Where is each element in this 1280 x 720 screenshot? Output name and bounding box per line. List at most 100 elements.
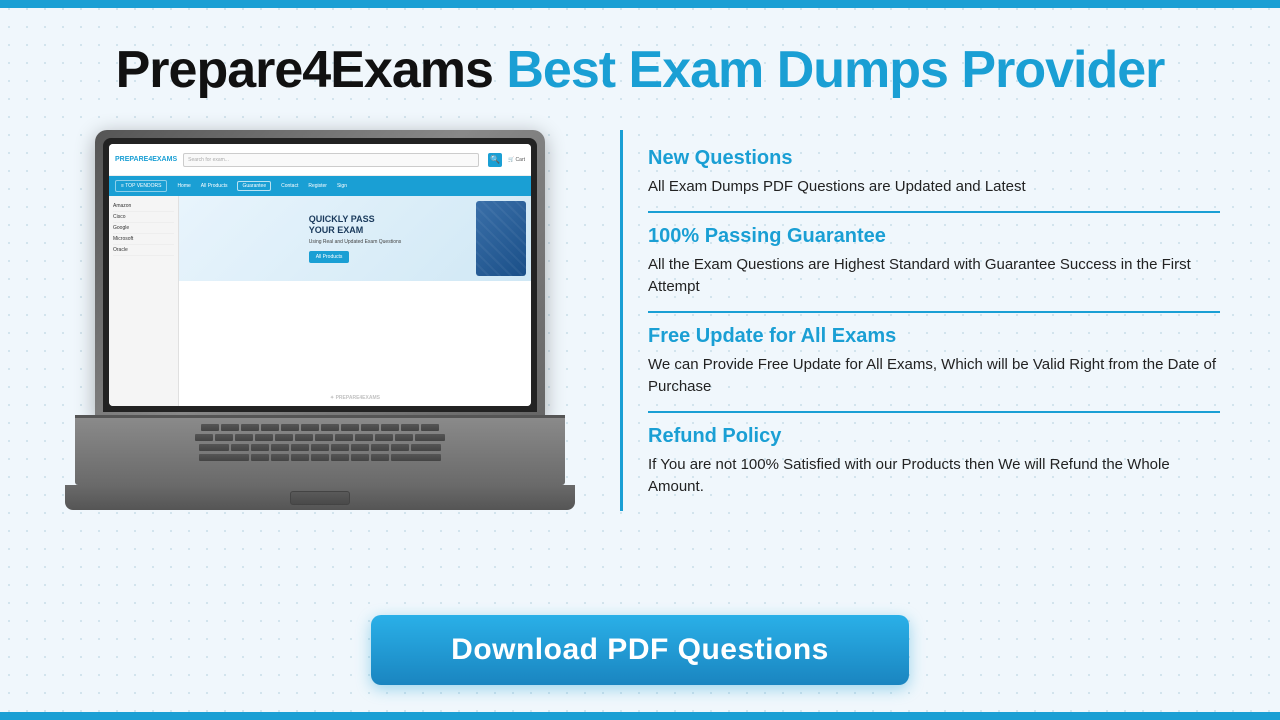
key [341, 424, 359, 431]
key [195, 434, 213, 441]
key [311, 444, 329, 451]
key [335, 434, 353, 441]
key [291, 454, 309, 461]
key [361, 424, 379, 431]
screen-main: QUICKLY PASSYOUR EXAM Using Real and Upd… [179, 196, 531, 406]
key [315, 434, 333, 441]
touchpad [290, 491, 350, 505]
screen-search-bar: Search for exam... [183, 153, 479, 167]
keyboard-row-2 [85, 434, 555, 441]
screen-search-text: Search for exam... [188, 157, 229, 163]
download-section: Download PDF Questions [60, 615, 1220, 685]
screen-hero: QUICKLY PASSYOUR EXAM Using Real and Upd… [179, 196, 531, 281]
key [235, 434, 253, 441]
key [275, 434, 293, 441]
key [351, 454, 369, 461]
screen-nav-contact: Contact [281, 183, 298, 189]
feature-desc-2: All the Exam Questions are Highest Stand… [648, 254, 1220, 299]
sidebar-google: Google [113, 223, 174, 234]
feature-desc-4: If You are not 100% Satisfied with our P… [648, 454, 1220, 499]
screen-hero-title: QUICKLY PASSYOUR EXAM [309, 214, 402, 236]
key [231, 444, 249, 451]
screen-hero-button: All Products [309, 251, 350, 263]
laptop-keyboard [75, 415, 565, 485]
feature-title-3: Free Update for All Exams [648, 325, 1220, 348]
key [421, 424, 439, 431]
screen-hero-sub: Using Real and Updated Exam Questions [309, 239, 402, 245]
key [381, 424, 399, 431]
screen-cart: 🛒 Cart [508, 157, 525, 163]
key [395, 434, 413, 441]
laptop-wrapper: PREPARE4EXAMS Search for exam... 🔍 🛒 Car… [65, 130, 575, 510]
feature-title-2: 100% Passing Guarantee [648, 225, 1220, 248]
screen-nav-guarantee: Guarantee [237, 181, 271, 191]
key [355, 434, 373, 441]
key [291, 444, 309, 451]
keyboard-row-1 [85, 424, 555, 431]
screen-nav-products: All Products [201, 183, 228, 189]
main-container: Prepare4Exams Best Exam Dumps Provider P… [0, 0, 1280, 720]
screen-search-button: 🔍 [488, 153, 502, 167]
key-wide [411, 444, 441, 451]
key [271, 454, 289, 461]
screen-logo: PREPARE4EXAMS [115, 156, 177, 163]
key [281, 424, 299, 431]
sidebar-microsoft: Microsoft [113, 234, 174, 245]
screen-hero-text: QUICKLY PASSYOUR EXAM Using Real and Upd… [309, 214, 402, 263]
feature-desc-1: All Exam Dumps PDF Questions are Updated… [648, 176, 1220, 199]
sidebar-oracle: Oracle [113, 245, 174, 256]
sidebar-amazon: Amazon [113, 201, 174, 212]
sidebar-cisco: Cisco [113, 212, 174, 223]
key [351, 444, 369, 451]
key [371, 444, 389, 451]
key [401, 424, 419, 431]
screen-sidebar: Amazon Cisco Google Microsoft Oracle [109, 196, 179, 406]
feature-desc-3: We can Provide Free Update for All Exams… [648, 354, 1220, 399]
keyboard-row-4 [85, 454, 555, 461]
feature-new-questions: New Questions All Exam Dumps PDF Questio… [648, 135, 1220, 213]
feature-passing-guarantee: 100% Passing Guarantee All the Exam Ques… [648, 213, 1220, 313]
key [251, 444, 269, 451]
key-wide [199, 444, 229, 451]
key-wide [415, 434, 445, 441]
feature-title-1: New Questions [648, 147, 1220, 170]
screen-website-header: PREPARE4EXAMS Search for exam... 🔍 🛒 Car… [109, 144, 531, 176]
screen-body: Amazon Cisco Google Microsoft Oracle [109, 196, 531, 406]
info-section: New Questions All Exam Dumps PDF Questio… [620, 130, 1220, 511]
key [371, 454, 389, 461]
key [295, 434, 313, 441]
key [311, 454, 329, 461]
header: Prepare4Exams Best Exam Dumps Provider [116, 40, 1165, 100]
screen-nav-menu: ≡ TOP VENDORS [115, 180, 167, 192]
key [215, 434, 233, 441]
feature-title-4: Refund Policy [648, 425, 1220, 448]
key [321, 424, 339, 431]
keyboard-rows [75, 418, 565, 465]
key [301, 424, 319, 431]
laptop-bottom [65, 485, 575, 510]
brand-name: Prepare4Exams [116, 41, 493, 99]
content-row: PREPARE4EXAMS Search for exam... 🔍 🛒 Car… [60, 130, 1220, 595]
laptop-screen-outer: PREPARE4EXAMS Search for exam... 🔍 🛒 Car… [95, 130, 545, 420]
key [391, 444, 409, 451]
laptop-base [65, 415, 575, 510]
laptop-screen: PREPARE4EXAMS Search for exam... 🔍 🛒 Car… [109, 144, 531, 406]
screen-nav-register: Register [308, 183, 327, 189]
download-button[interactable]: Download PDF Questions [371, 615, 909, 685]
tagline: Best Exam Dumps Provider [493, 41, 1164, 99]
key [261, 424, 279, 431]
screen-watermark: ✦ PREPARE4EXAMS [330, 395, 380, 401]
key [255, 434, 273, 441]
key [271, 444, 289, 451]
key [331, 444, 349, 451]
screen-nav: ≡ TOP VENDORS Home All Products Guarante… [109, 176, 531, 196]
key [331, 454, 349, 461]
key [201, 424, 219, 431]
feature-refund-policy: Refund Policy If You are not 100% Satisf… [648, 413, 1220, 511]
screen-nav-sign: Sign [337, 183, 347, 189]
screen-nav-home: Home [177, 183, 190, 189]
key [375, 434, 393, 441]
key [241, 424, 259, 431]
laptop-bezel: PREPARE4EXAMS Search for exam... 🔍 🛒 Car… [103, 138, 537, 412]
key-space [391, 454, 441, 461]
